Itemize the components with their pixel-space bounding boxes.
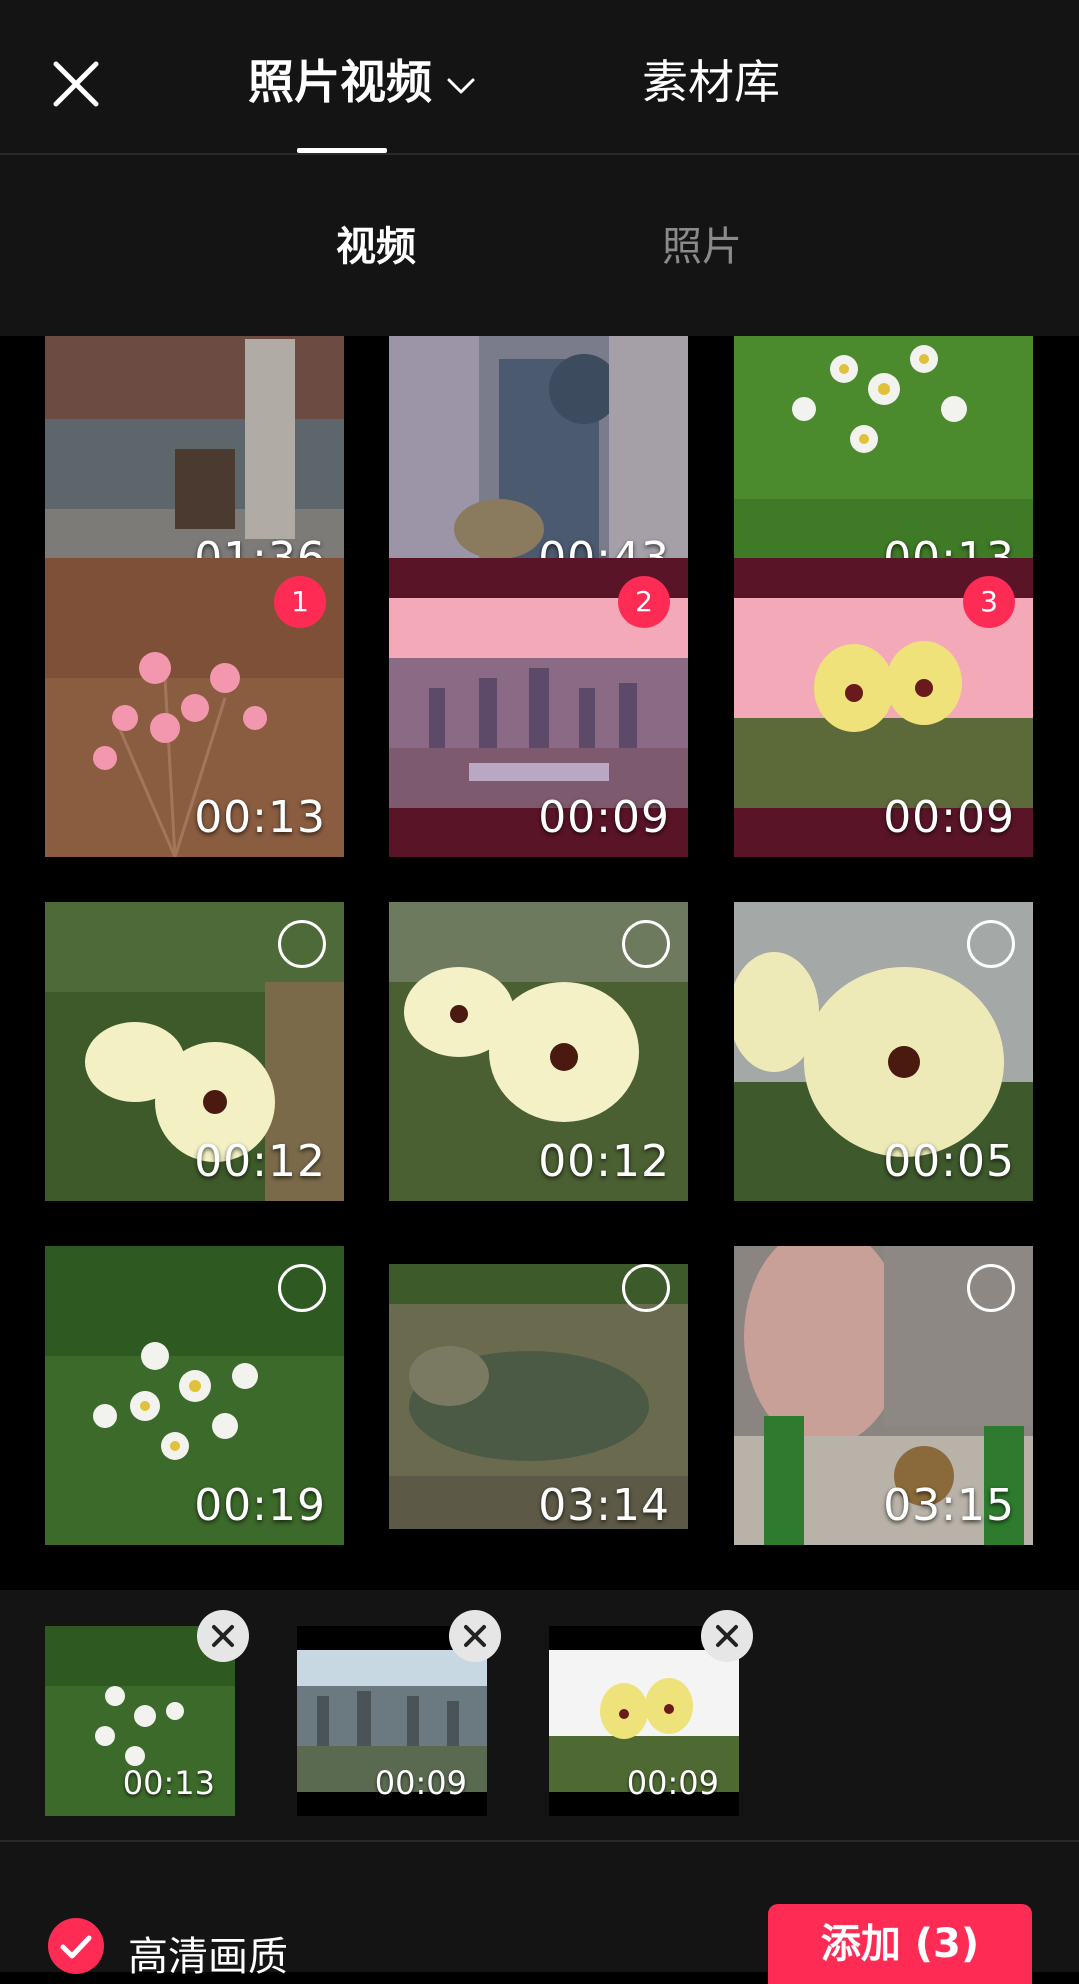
media-item[interactable]: 00:12 [389, 902, 688, 1201]
close-icon [716, 1625, 738, 1647]
tab-library[interactable]: 素材库 [642, 50, 780, 114]
close-icon [212, 1625, 234, 1647]
duration-label: 00:19 [194, 1480, 326, 1531]
active-tab-indicator [297, 148, 387, 153]
media-item[interactable]: 00:05 [734, 902, 1033, 1201]
media-item[interactable]: 3 00:09 [734, 558, 1033, 857]
subtab-photo[interactable]: 照片 [662, 219, 742, 275]
selected-item[interactable]: 00:09 [549, 1610, 753, 1816]
duration-label: 00:09 [626, 1764, 719, 1802]
duration-label: 00:09 [374, 1764, 467, 1802]
duration-label: 00:09 [883, 792, 1015, 843]
media-item[interactable]: 00:19 [45, 1246, 344, 1545]
selected-item[interactable]: 00:09 [297, 1610, 501, 1816]
duration-label: 03:15 [883, 1480, 1015, 1531]
hd-quality-toggle[interactable] [48, 1918, 104, 1974]
select-circle[interactable] [278, 920, 326, 968]
checkmark-icon [60, 1935, 92, 1959]
top-bar: 照片视频 素材库 [0, 0, 1079, 155]
media-item[interactable]: 1 00:13 [45, 558, 344, 857]
add-button[interactable]: 添加 (3) [768, 1904, 1032, 1984]
remove-button[interactable] [449, 1610, 501, 1662]
close-icon [464, 1625, 486, 1647]
tab-photo-video[interactable]: 照片视频 [248, 50, 476, 114]
media-item[interactable]: 03:14 [389, 1246, 688, 1545]
chevron-down-icon [447, 78, 475, 93]
select-circle[interactable] [967, 920, 1015, 968]
select-circle[interactable] [278, 1264, 326, 1312]
close-icon [53, 61, 99, 107]
bottom-bar: 高清画质 添加 (3) [0, 1842, 1079, 1984]
select-circle[interactable] [622, 1264, 670, 1312]
close-button[interactable] [48, 56, 104, 112]
media-item[interactable]: 03:15 [734, 1246, 1033, 1545]
hd-quality-label: 高清画质 [128, 1934, 288, 1980]
duration-label: 00:09 [538, 792, 670, 843]
duration-label: 03:14 [538, 1480, 670, 1531]
duration-label: 00:13 [194, 792, 326, 843]
duration-label: 00:13 [122, 1764, 215, 1802]
selection-order-badge[interactable]: 2 [618, 576, 670, 628]
selected-tray: 00:13 00:09 00:09 [0, 1590, 1079, 1842]
remove-button[interactable] [197, 1610, 249, 1662]
remove-button[interactable] [701, 1610, 753, 1662]
select-circle[interactable] [622, 920, 670, 968]
selection-order-badge[interactable]: 1 [274, 576, 326, 628]
duration-label: 00:12 [538, 1136, 670, 1187]
tab-photo-video-label: 照片视频 [248, 55, 432, 109]
selection-order-badge[interactable]: 3 [963, 576, 1015, 628]
media-grid: 01:36 00:43 00:13 [0, 336, 1079, 1590]
duration-label: 00:05 [883, 1136, 1015, 1187]
media-item[interactable]: 00:12 [45, 902, 344, 1201]
media-item[interactable]: 2 00:09 [389, 558, 688, 857]
media-type-tabs: 视频 照片 [0, 155, 1079, 336]
duration-label: 00:12 [194, 1136, 326, 1187]
selected-item[interactable]: 00:13 [45, 1610, 249, 1816]
select-circle[interactable] [967, 1264, 1015, 1312]
subtab-video[interactable]: 视频 [336, 219, 416, 275]
